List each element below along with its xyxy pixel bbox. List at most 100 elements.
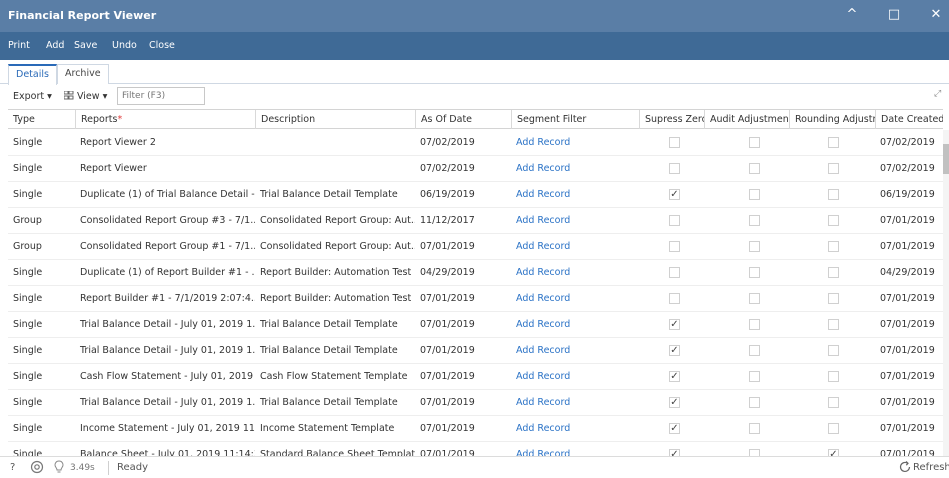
add-record-link[interactable]: Add Record (511, 130, 639, 156)
maximize-button[interactable]: □ (876, 0, 912, 32)
column-header-audit-adjustment[interactable]: Audit Adjustment (704, 110, 789, 129)
column-header-description[interactable]: Description (255, 110, 415, 129)
table-row[interactable]: Single Trial Balance Detail - July 01, 20… (8, 312, 943, 338)
table-row[interactable]: Single Report Viewer 2 07/02/2019 Add Recor… (8, 130, 943, 156)
expand-icon[interactable]: ⤢ (934, 89, 941, 99)
audit-adjustment-checkbox[interactable] (749, 293, 760, 304)
supress-zero-checkbox[interactable] (669, 163, 680, 174)
supress-zero-checkbox[interactable] (669, 215, 680, 226)
rounding-adjustment-checkbox[interactable] (828, 267, 839, 278)
column-header-rounding-adjustment[interactable]: Rounding Adjustm (789, 110, 875, 129)
scrollbar-thumb[interactable] (943, 144, 949, 174)
rounding-adjustment-checkbox[interactable] (828, 137, 839, 148)
audit-adjustment-checkbox[interactable] (749, 423, 760, 434)
column-header-reports[interactable]: Reports* (75, 110, 255, 129)
undo-button[interactable]: Undo (112, 40, 137, 51)
audit-adjustment-checkbox[interactable] (749, 397, 760, 408)
cell-type: Single (13, 267, 43, 278)
add-record-link[interactable]: Add Record (511, 234, 639, 260)
table-row[interactable]: Single Income Statement - July 01, 2019 1… (8, 416, 943, 442)
table-row[interactable]: Group Consolidated Report Group #3 - 7/1.… (8, 208, 943, 234)
vertical-scrollbar[interactable] (943, 130, 949, 456)
add-record-link[interactable]: Add Record (511, 390, 639, 416)
save-button[interactable]: Save (74, 40, 97, 51)
audit-adjustment-checkbox[interactable] (749, 189, 760, 200)
table-row[interactable]: Group Consolidated Report Group #1 - 7/1.… (8, 234, 943, 260)
minimize-button[interactable]: ^ (834, 0, 870, 32)
filter-input[interactable] (117, 87, 205, 105)
add-record-link[interactable]: Add Record (511, 286, 639, 312)
rounding-adjustment-checkbox[interactable] (828, 241, 839, 252)
rounding-adjustment-checkbox[interactable] (828, 293, 839, 304)
table-row[interactable]: Single Balance Sheet - July 01, 2019 11:1… (8, 442, 943, 456)
table-row[interactable]: Single Cash Flow Statement - July 01, 201… (8, 364, 943, 390)
rounding-adjustment-checkbox[interactable] (828, 189, 839, 200)
add-record-link[interactable]: Add Record (511, 416, 639, 442)
supress-zero-checkbox[interactable]: ✓ (669, 397, 680, 408)
rounding-adjustment-checkbox[interactable] (828, 423, 839, 434)
audit-adjustment-checkbox[interactable] (749, 215, 760, 226)
rounding-adjustment-checkbox[interactable]: ✓ (828, 449, 839, 456)
column-header-date-created[interactable]: Date Created (875, 110, 943, 129)
rounding-adjustment-checkbox[interactable] (828, 397, 839, 408)
supress-zero-checkbox[interactable]: ✓ (669, 189, 680, 200)
export-menu[interactable]: Export ▾ (13, 91, 52, 102)
rounding-adjustment-checkbox[interactable] (828, 345, 839, 356)
table-row[interactable]: Single Report Builder #1 - 7/1/2019 2:07:… (8, 286, 943, 312)
add-record-link[interactable]: Add Record (511, 156, 639, 182)
table-row[interactable]: Single Duplicate (1) of Trial Balance Det… (8, 182, 943, 208)
add-record-link[interactable]: Add Record (511, 364, 639, 390)
audit-adjustment-checkbox[interactable] (749, 163, 760, 174)
supress-zero-checkbox[interactable]: ✓ (669, 371, 680, 382)
rounding-adjustment-checkbox[interactable] (828, 319, 839, 330)
column-header-segment-filter[interactable]: Segment Filter (511, 110, 639, 129)
table-row[interactable]: Single Duplicate (1) of Report Builder #1… (8, 260, 943, 286)
column-header-as-of-date[interactable]: As Of Date (415, 110, 511, 129)
audit-adjustment-checkbox[interactable] (749, 449, 760, 456)
supress-zero-checkbox[interactable] (669, 267, 680, 278)
tab-archive[interactable]: Archive (57, 64, 109, 84)
supress-zero-checkbox[interactable] (669, 293, 680, 304)
add-record-link[interactable]: Add Record (511, 208, 639, 234)
supress-zero-checkbox[interactable]: ✓ (669, 449, 680, 456)
close-button[interactable]: Close (149, 40, 175, 51)
add-record-link[interactable]: Add Record (511, 260, 639, 286)
supress-zero-checkbox[interactable]: ✓ (669, 319, 680, 330)
audit-adjustment-checkbox[interactable] (749, 319, 760, 330)
add-record-link[interactable]: Add Record (511, 182, 639, 208)
supress-zero-checkbox[interactable] (669, 137, 680, 148)
table-row[interactable]: Single Trial Balance Detail - July 01, 20… (8, 390, 943, 416)
column-header-supress-zero[interactable]: Supress Zero (639, 110, 704, 129)
supress-zero-checkbox[interactable] (669, 241, 680, 252)
audit-adjustment-checkbox[interactable] (749, 137, 760, 148)
supress-zero-checkbox[interactable]: ✓ (669, 345, 680, 356)
cell-as-of-date: 06/19/2019 (420, 189, 475, 200)
view-menu[interactable]: View ▾ (77, 91, 107, 102)
print-button[interactable]: Print (8, 40, 30, 51)
support-icon[interactable] (30, 460, 44, 477)
add-record-link[interactable]: Add Record (511, 338, 639, 364)
table-row[interactable]: Single Trial Balance Detail - July 01, 20… (8, 338, 943, 364)
refresh-icon[interactable] (898, 460, 912, 477)
tab-details[interactable]: Details (8, 64, 57, 85)
audit-adjustment-checkbox[interactable] (749, 371, 760, 382)
cell-description: Trial Balance Detail Template (260, 345, 398, 356)
supress-zero-checkbox[interactable]: ✓ (669, 423, 680, 434)
rounding-adjustment-checkbox[interactable] (828, 163, 839, 174)
column-header-type[interactable]: Type (8, 110, 75, 129)
rounding-adjustment-checkbox[interactable] (828, 215, 839, 226)
close-window-button[interactable]: ✕ (918, 0, 949, 32)
rounding-adjustment-checkbox[interactable] (828, 371, 839, 382)
table-row[interactable]: Single Report Viewer 07/02/2019 Add Record 0… (8, 156, 943, 182)
refresh-button[interactable]: Refresh (913, 462, 949, 473)
audit-adjustment-checkbox[interactable] (749, 267, 760, 278)
cell-report: Report Viewer (80, 163, 147, 174)
cell-type: Single (13, 345, 43, 356)
audit-adjustment-checkbox[interactable] (749, 345, 760, 356)
help-icon[interactable]: ? (10, 462, 15, 473)
add-record-link[interactable]: Add Record (511, 312, 639, 338)
add-button[interactable]: Add (46, 40, 64, 51)
add-record-link[interactable]: Add Record (511, 442, 639, 456)
cell-as-of-date: 11/12/2017 (420, 215, 475, 226)
audit-adjustment-checkbox[interactable] (749, 241, 760, 252)
